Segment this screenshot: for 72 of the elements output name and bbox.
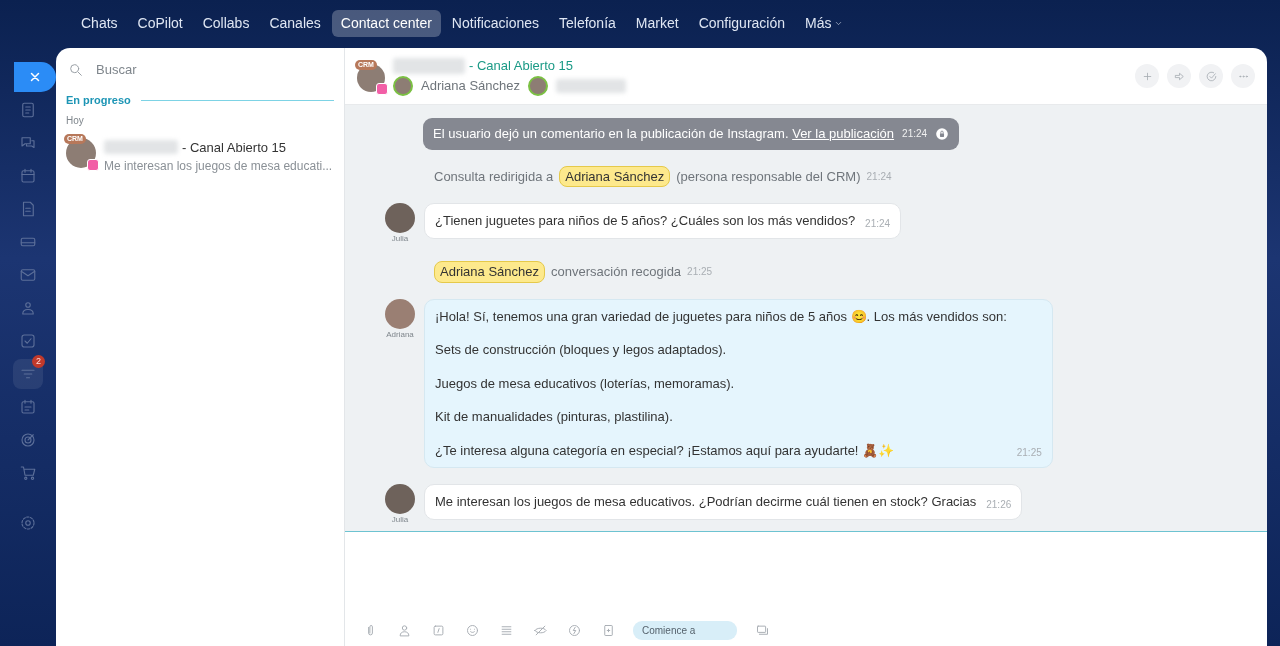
message-text: ¿Tienen juguetes para niños de 5 años? ¿Cuáles son los más vendidos? xyxy=(435,212,856,230)
forward-button[interactable] xyxy=(1167,64,1191,88)
calendar-list-icon xyxy=(19,398,37,416)
avatar xyxy=(385,298,415,329)
finish-button[interactable] xyxy=(1199,64,1223,88)
avatar xyxy=(385,203,415,233)
message-preview: Me interesan los juegos de mesa educati... xyxy=(104,158,333,175)
message-time: 21:26 xyxy=(986,497,1012,512)
calendar-icon xyxy=(19,167,37,185)
person-icon xyxy=(396,623,412,638)
add-button[interactable] xyxy=(1135,64,1159,88)
nav-tab[interactable]: Configuración xyxy=(689,9,795,37)
lightning-icon xyxy=(566,623,582,638)
close-button[interactable] xyxy=(14,62,56,92)
message-text: Kit de manualidades (pinturas, plastilina). xyxy=(435,408,674,426)
notification-badge: 2 xyxy=(32,355,45,368)
target-icon xyxy=(19,431,37,449)
message-text: Me interesan los juegos de mesa educativos. ¿Podrían decirme cuál tienen en stock? Gracias xyxy=(435,493,977,511)
message-text: El usuario dejó un comentario en la publicación de Instagram. Ver la publicación xyxy=(433,125,895,143)
notice-text: conversación recogida xyxy=(551,263,682,281)
message-time: 21:25 xyxy=(687,265,713,280)
eye-slash-icon xyxy=(532,623,548,638)
notice-text: (persona responsable del CRM) xyxy=(676,167,861,186)
date-label: Hoy xyxy=(65,113,85,128)
more-button[interactable] xyxy=(1231,64,1255,88)
nav-tab[interactable]: Market xyxy=(626,9,688,37)
message-text: ¿Te interesa alguna categoría en especial? ¡Estamos aquí para ayudarte! 🧸✨ xyxy=(435,441,896,460)
nav-tab[interactable]: Collabs xyxy=(193,9,259,37)
close-icon xyxy=(29,71,41,83)
notice-text: Consulta redirigida a xyxy=(434,167,554,186)
checkbox-icon xyxy=(19,332,37,350)
start-button[interactable]: Comience a xyxy=(633,621,737,640)
participant-avatar xyxy=(528,75,548,96)
user-mention[interactable]: Adriana Sánchez xyxy=(559,165,671,187)
smiley-icon xyxy=(464,623,480,638)
check-circle-icon xyxy=(1204,69,1218,83)
author-name: Julia xyxy=(390,233,410,245)
message-text: Juegos de mesa educativos (loterías, memoramas). xyxy=(435,374,736,393)
blurred-name xyxy=(556,78,626,93)
nav-tab[interactable]: Chats xyxy=(72,9,127,37)
slash-square-icon xyxy=(430,623,446,638)
message-time: 21:24 xyxy=(902,127,928,142)
instagram-icon xyxy=(87,158,99,171)
avatar xyxy=(385,484,415,514)
mail-icon xyxy=(19,266,37,284)
section-title: En progreso xyxy=(66,93,131,108)
publication-link[interactable]: Ver la publicación xyxy=(792,126,895,141)
message-time: 21:24 xyxy=(865,216,891,231)
cart-icon xyxy=(19,464,37,482)
author-name: Julia xyxy=(390,514,410,526)
blurred-name xyxy=(393,57,465,74)
lock-icon xyxy=(935,126,950,141)
nav-tab[interactable]: Notificaciones xyxy=(442,9,548,37)
participant-name: Adriana Sánchez xyxy=(421,76,520,95)
nav-tab[interactable]: Más xyxy=(796,9,853,37)
participant-avatar xyxy=(393,75,413,96)
instagram-icon xyxy=(376,83,388,95)
nav-tab[interactable]: Contact center xyxy=(331,9,441,37)
search-icon xyxy=(68,62,84,78)
chat-title: - Canal Abierto 15 xyxy=(182,138,287,157)
nav-tab[interactable]: Canales xyxy=(260,9,330,37)
chat-title: - Canal Abierto 15 xyxy=(469,57,574,75)
nav-tab[interactable]: CoPilot xyxy=(128,9,192,37)
nav-tab[interactable]: Telefonía xyxy=(550,9,625,37)
document-icon xyxy=(19,101,37,119)
author-name: Adriana xyxy=(385,328,415,341)
message-time: 21:25 xyxy=(1016,446,1042,460)
user-mention[interactable]: Adriana Sánchez xyxy=(434,261,545,283)
message-text: Sets de construcción (bloques y legos adaptados). xyxy=(435,341,728,359)
message-time: 21:24 xyxy=(866,169,892,184)
windows-icon xyxy=(754,623,770,638)
message-text: ¡Hola! Sí, tenemos una gran variedad de juguetes para niños de 5 años 😊. Los más vendidos son: xyxy=(435,307,1007,326)
